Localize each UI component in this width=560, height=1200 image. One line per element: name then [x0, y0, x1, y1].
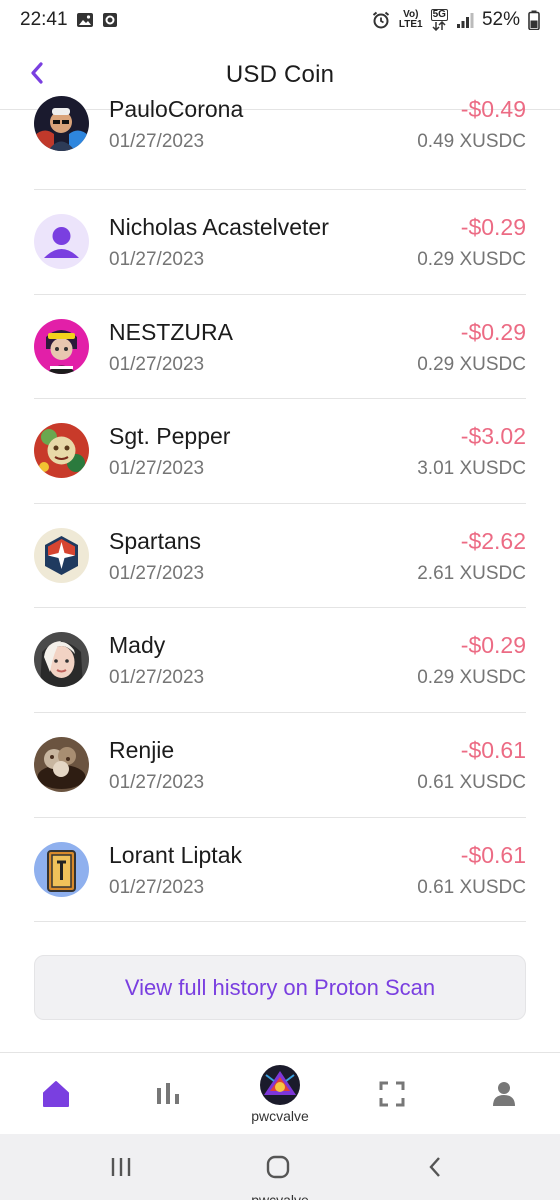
transaction-token-amount: 2.61 XUSDC: [417, 562, 526, 584]
back-chevron-icon: [429, 1157, 440, 1177]
scan-icon: [379, 1081, 405, 1107]
avatar: [34, 632, 89, 688]
avatar: [34, 423, 89, 479]
transaction-amount: -$0.29: [460, 318, 526, 345]
transaction-row[interactable]: Renjie 01/27/2023 -$0.61 0.61 XUSDC: [34, 713, 526, 818]
transaction-token-amount: 0.61 XUSDC: [417, 771, 526, 793]
recent-apps-button[interactable]: [106, 1152, 136, 1182]
transaction-date: 01/27/2023: [109, 562, 205, 584]
home-circle-icon: [266, 1155, 290, 1179]
transaction-amount: -$0.49: [460, 96, 526, 122]
battery-percent: 52%: [481, 9, 520, 30]
transaction-amount: -$0.61: [460, 736, 526, 763]
bottom-nav: pwcvalve: [0, 1052, 560, 1134]
transaction-amount: -$2.62: [460, 527, 526, 554]
system-nav-bar: pwcvalve: [0, 1134, 560, 1200]
transaction-token-amount: 0.29 XUSDC: [417, 667, 526, 689]
status-bar-right: Vo) LTE1 5G 52%: [371, 9, 540, 31]
status-time: 22:41: [20, 9, 68, 30]
transaction-name: Spartans: [109, 527, 202, 554]
volte-icon: Vo) LTE1: [399, 10, 423, 30]
transaction-row[interactable]: Mady 01/27/2023 -$0.29 0.29 XUSDC: [34, 608, 526, 713]
transaction-row[interactable]: NESTZURA 01/27/2023 -$0.29 0.29 XUSDC: [34, 295, 526, 400]
transaction-date: 01/27/2023: [109, 876, 205, 898]
status-bar-left: 22:41: [20, 9, 118, 31]
home-icon: [43, 1081, 69, 1107]
nav-profile[interactable]: pwcvalve: [240, 1053, 320, 1135]
transaction-row[interactable]: Spartans 01/27/2023 -$2.62 2.61 XUSDC: [34, 504, 526, 609]
transaction-list: PauloCorona 01/27/2023 -$0.49 0.49 XUSDC…: [34, 86, 526, 923]
transaction-date: 01/27/2023: [109, 353, 205, 375]
transaction-token-amount: 0.61 XUSDC: [417, 876, 526, 898]
user-icon: [493, 1082, 515, 1106]
transaction-row[interactable]: Lorant Liptak 01/27/2023 -$0.61 0.61 XUS…: [34, 818, 526, 923]
transaction-name: Nicholas Acastelveter: [109, 214, 329, 240]
home-system-button[interactable]: [263, 1152, 293, 1182]
nav-home[interactable]: [30, 1053, 82, 1135]
recent-apps-icon: [111, 1158, 131, 1176]
profile-avatar: [260, 1064, 300, 1105]
transaction-name: Sgt. Pepper: [109, 423, 231, 450]
system-nav-label: pwcvalve: [251, 1192, 309, 1200]
back-system-button[interactable]: [420, 1152, 450, 1182]
chevron-left-icon: [31, 62, 43, 84]
avatar: [34, 214, 89, 269]
profile-label: pwcvalve: [251, 1107, 309, 1124]
transaction-date: 01/27/2023: [109, 771, 205, 793]
network-5g-label: 5G: [430, 9, 448, 21]
view-full-history-button[interactable]: View full history on Proton Scan: [34, 955, 526, 1020]
transaction-token-amount: 0.29 XUSDC: [417, 353, 526, 375]
bar-chart-icon: [157, 1083, 179, 1104]
gallery-notification-icon: [76, 12, 94, 28]
transaction-amount: -$0.29: [460, 632, 526, 659]
transaction-token-amount: 0.49 XUSDC: [417, 131, 526, 152]
transaction-date: 01/27/2023: [109, 667, 205, 689]
transaction-name: NESTZURA: [109, 318, 233, 345]
back-button[interactable]: [22, 58, 52, 88]
transaction-token-amount: 0.29 XUSDC: [417, 249, 526, 270]
transaction-amount: -$0.61: [460, 841, 526, 868]
transaction-row[interactable]: Nicholas Acastelveter 01/27/2023 -$0.29 …: [34, 190, 526, 295]
transaction-token-amount: 3.01 XUSDC: [417, 458, 526, 480]
alarm-icon: [371, 10, 391, 30]
nav-stats[interactable]: [142, 1053, 194, 1135]
avatar: [34, 96, 89, 151]
default-user-icon: [34, 214, 89, 269]
transaction-name: Lorant Liptak: [109, 841, 242, 868]
lte-label: LTE1: [398, 19, 423, 30]
battery-icon: [528, 10, 540, 30]
signal-icon: [456, 12, 474, 28]
network-5g-icon: 5G: [430, 9, 448, 31]
transaction-amount: -$3.02: [460, 423, 526, 450]
transaction-date: 01/27/2023: [109, 249, 205, 270]
app-notification-icon: [102, 12, 118, 28]
transaction-date: 01/27/2023: [109, 458, 205, 480]
transaction-name: Renjie: [109, 736, 175, 763]
nav-account[interactable]: [478, 1053, 530, 1135]
transaction-date: 01/27/2023: [109, 131, 205, 152]
transaction-row[interactable]: PauloCorona 01/27/2023 -$0.49 0.49 XUSDC: [34, 86, 526, 190]
transaction-amount: -$0.29: [460, 214, 526, 240]
avatar: [34, 318, 89, 374]
page-title: USD Coin: [225, 60, 335, 88]
avatar: [34, 527, 89, 583]
transaction-name: PauloCorona: [109, 96, 244, 122]
avatar: [34, 841, 89, 897]
spartans-logo-icon: [34, 527, 89, 583]
transaction-name: Mady: [109, 632, 166, 659]
transaction-row[interactable]: Sgt. Pepper 01/27/2023 -$3.02 3.01 XUSDC: [34, 399, 526, 504]
status-bar: 22:41 Vo) LTE1 5G 52%: [0, 0, 560, 40]
avatar: [34, 736, 89, 792]
nav-scan[interactable]: [366, 1053, 418, 1135]
